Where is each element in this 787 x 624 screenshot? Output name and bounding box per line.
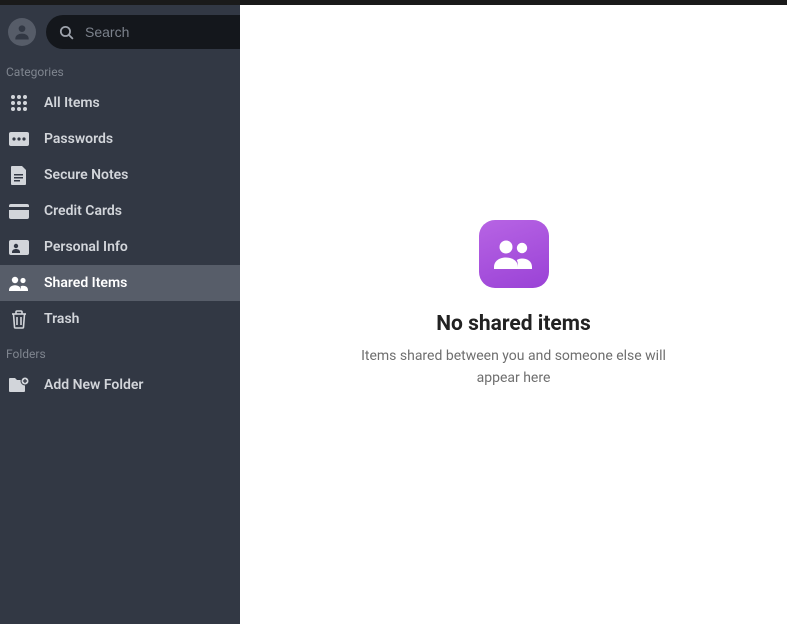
sidebar-item-label: Personal Info <box>44 239 128 255</box>
avatar[interactable] <box>8 18 36 46</box>
main-content: No shared items Items shared between you… <box>240 5 787 624</box>
trash-icon <box>8 310 30 328</box>
people-icon <box>492 239 536 269</box>
folder-add-icon <box>8 376 30 394</box>
sidebar-item-label: Shared Items <box>44 275 127 291</box>
search-input[interactable] <box>85 24 240 40</box>
search-icon <box>58 24 75 41</box>
note-icon <box>8 166 30 184</box>
empty-state-subtitle: Items shared between you and someone els… <box>354 346 674 389</box>
empty-state-title: No shared items <box>436 312 591 336</box>
id-card-icon <box>8 238 30 256</box>
sidebar-item-add-folder[interactable]: Add New Folder <box>0 367 240 403</box>
sidebar-item-credit-cards[interactable]: Credit Cards <box>0 193 240 229</box>
categories-label: Categories <box>0 55 240 85</box>
sidebar-item-all-items[interactable]: All Items <box>0 85 240 121</box>
sidebar-item-label: Passwords <box>44 131 113 147</box>
app-root: Categories All Items Passwords <box>0 5 787 624</box>
password-icon <box>8 130 30 148</box>
sidebar-item-label: Credit Cards <box>44 203 122 219</box>
grid-icon <box>8 94 30 112</box>
sidebar-item-passwords[interactable]: Passwords <box>0 121 240 157</box>
sidebar-item-label: Trash <box>44 311 79 327</box>
sidebar-item-secure-notes[interactable]: Secure Notes <box>0 157 240 193</box>
sidebar-item-label: Secure Notes <box>44 167 128 183</box>
sidebar-item-trash[interactable]: Trash <box>0 301 240 337</box>
credit-card-icon <box>8 202 30 220</box>
sidebar-item-label: All Items <box>44 95 100 111</box>
empty-state: No shared items Items shared between you… <box>354 220 674 389</box>
sidebar-item-label: Add New Folder <box>44 377 143 393</box>
sidebar-header <box>0 5 240 55</box>
user-icon <box>12 22 32 42</box>
sidebar-item-personal-info[interactable]: Personal Info <box>0 229 240 265</box>
people-icon <box>8 274 30 292</box>
sidebar: Categories All Items Passwords <box>0 5 240 624</box>
sidebar-item-shared-items[interactable]: Shared Items <box>0 265 240 301</box>
search-field[interactable] <box>46 15 240 49</box>
folders-label: Folders <box>0 337 240 367</box>
empty-state-icon-wrap <box>479 220 549 288</box>
